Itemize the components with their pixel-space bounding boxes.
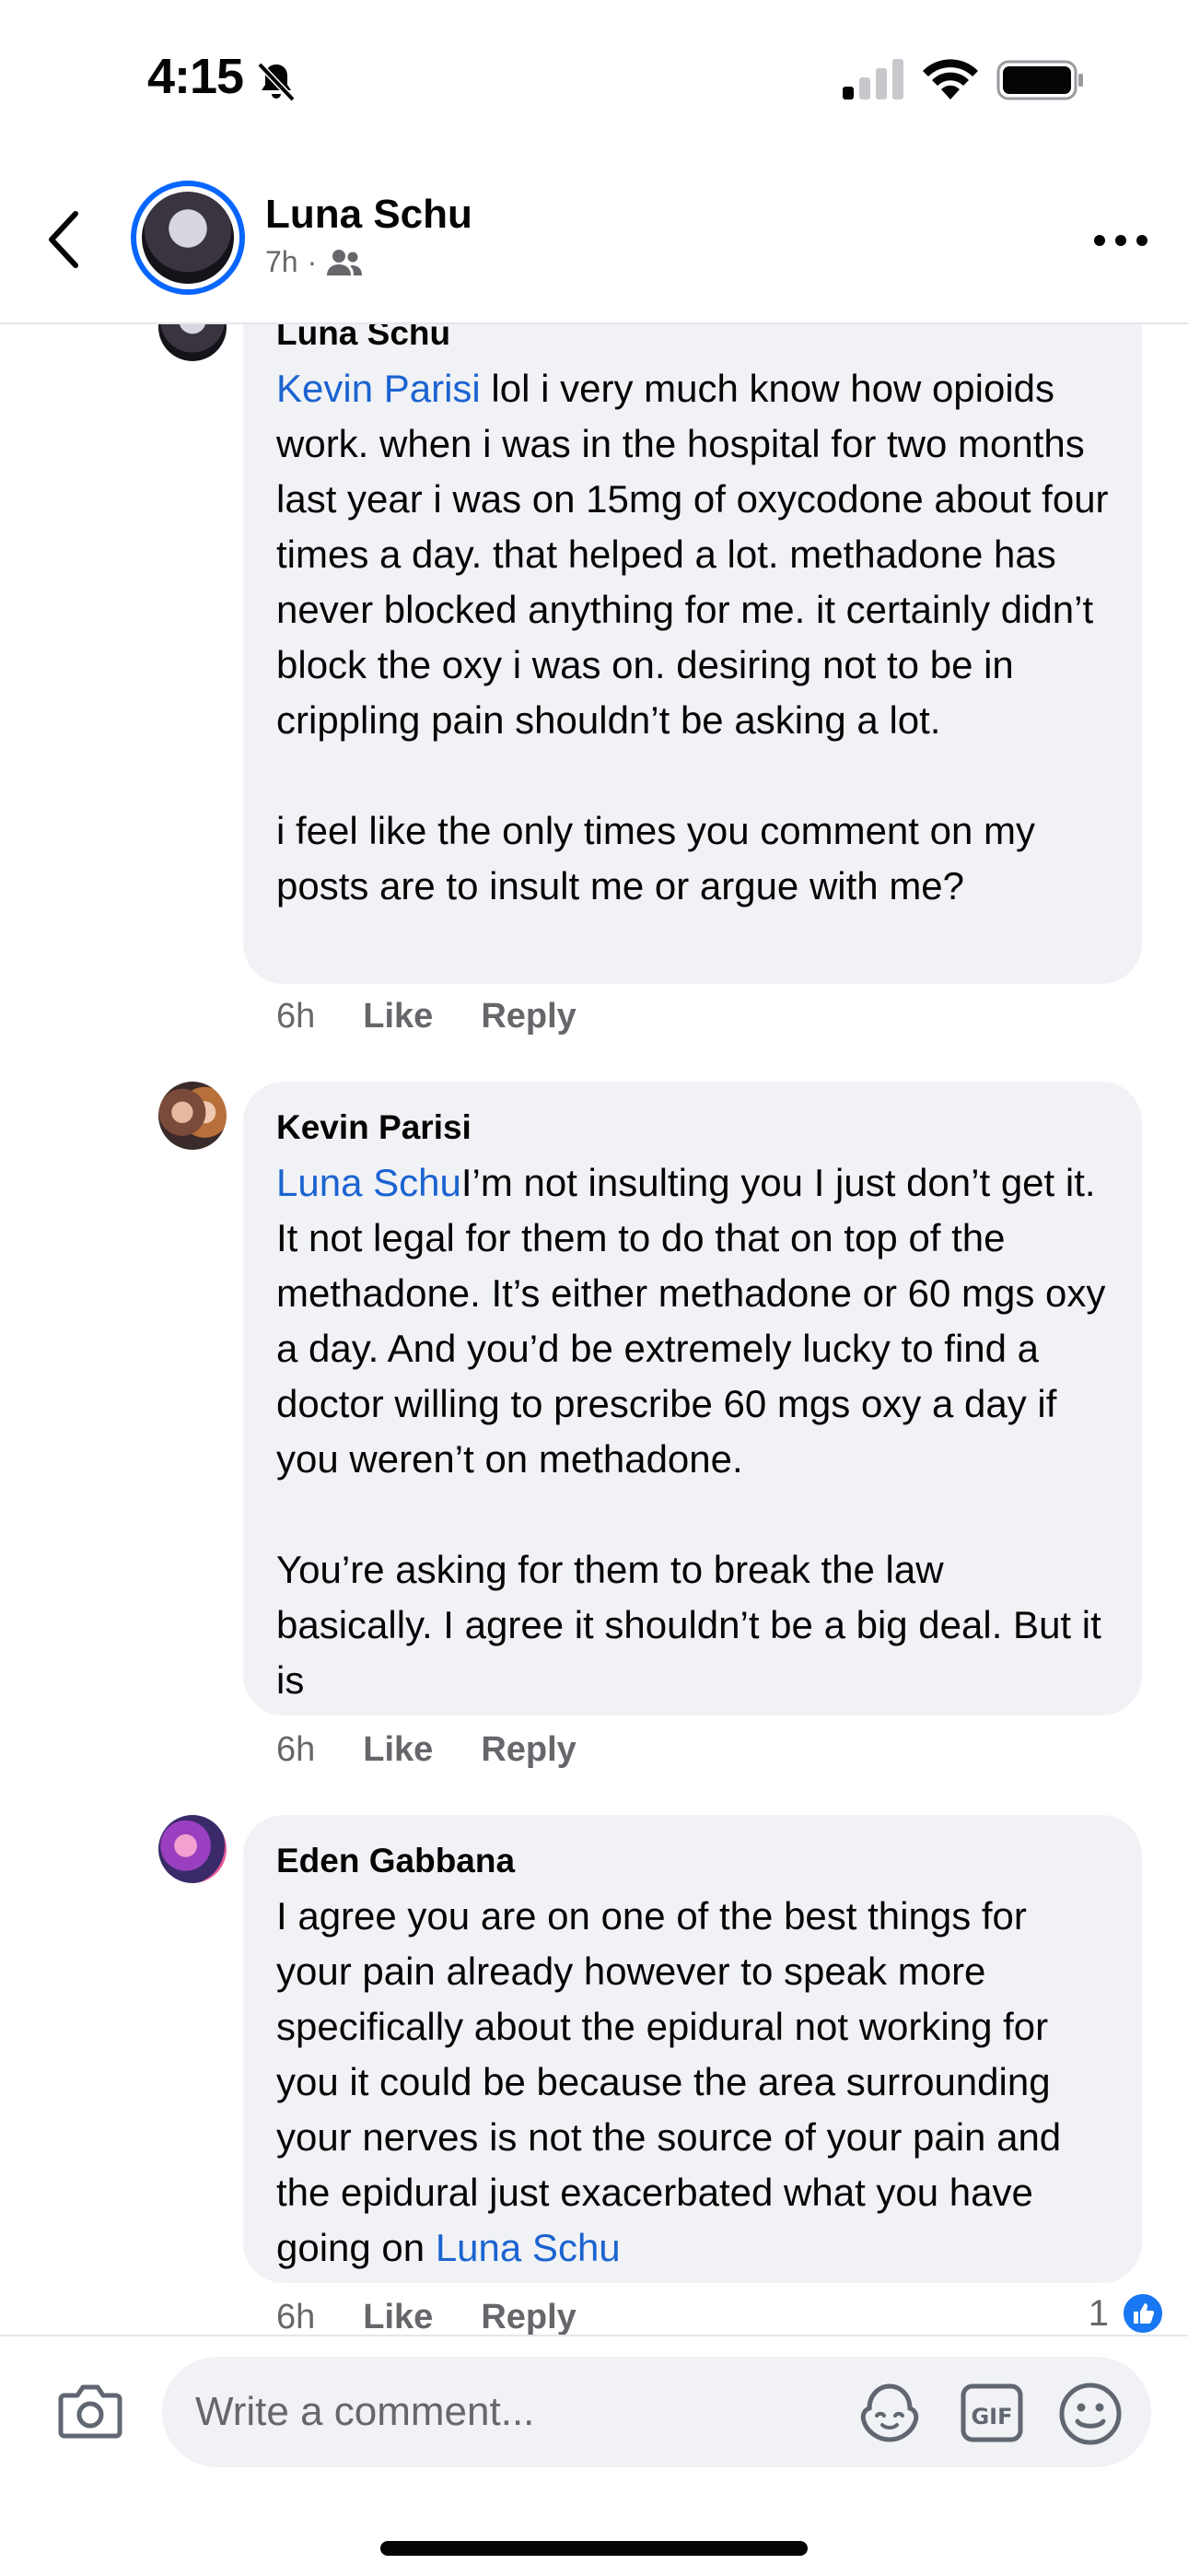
comment-author[interactable]: Eden Gabbana [276,1839,1109,1883]
status-bar: 4:15 [0,0,1188,157]
friends-audience-icon [327,249,363,275]
comment-bubble[interactable]: Kevin Parisi Luna SchuI’m not insulting … [243,1082,1142,1715]
comment-text: Kevin Parisi lol i very much know how op… [276,361,1109,914]
reply-button[interactable]: Reply [481,2298,576,2337]
comment-text: Luna SchuI’m not insulting you I just do… [276,1155,1109,1708]
battery-icon [996,60,1083,100]
camera-icon[interactable] [57,2381,123,2441]
post-header: Luna Schu 7h · [0,157,1188,324]
comment-bubble[interactable]: Eden Gabbana I agree you are on one of t… [243,1815,1142,2283]
like-button[interactable]: Like [363,1730,433,1770]
comment-actions: 6h Like Reply [276,1730,577,1770]
like-button[interactable]: Like [363,2298,433,2337]
reaction-summary[interactable]: 1 [1089,2290,1166,2336]
commenter-avatar[interactable] [158,1815,227,1883]
mention-link[interactable]: Kevin Parisi [276,367,481,410]
comment-body: I agree you are on one of the best thing… [276,1894,1072,2269]
reply-button[interactable]: Reply [481,997,576,1036]
mention-link[interactable]: Luna Schu [276,1161,461,1204]
wifi-icon [923,59,978,100]
more-options-icon[interactable] [1090,217,1151,263]
comment-time: 6h [276,997,316,1036]
comment-actions: 6h Like Reply [276,2298,577,2337]
commenter-avatar[interactable] [158,1082,227,1150]
author-avatar[interactable] [131,181,245,295]
emoji-icon[interactable] [1057,2381,1124,2447]
cellular-signal-icon [843,59,903,100]
post-time: 7h [265,245,298,278]
comment-time: 6h [276,2298,316,2336]
gif-icon[interactable]: GIF [960,2383,1024,2443]
comment-author[interactable]: Kevin Parisi [276,1106,1109,1150]
comment-composer: GIF [0,2335,1188,2576]
comment-time: 6h [276,1730,316,1769]
home-indicator[interactable] [380,2541,808,2556]
comment-bubble[interactable]: Luna Schu Kevin Parisi lol i very much k… [243,287,1142,984]
comment-text: I agree you are on one of the best thing… [276,1889,1109,2276]
reply-button[interactable]: Reply [481,1730,576,1770]
back-arrow-icon[interactable] [42,203,88,276]
comment-body: lol i very much know how opioids work. w… [276,367,1109,907]
avatar-sticker-icon[interactable] [856,2381,923,2445]
meta-separator: · [307,245,318,278]
comment-body: I’m not insulting you I just don’t get i… [276,1161,1106,1702]
post-meta: 7h · [265,245,363,279]
bell-muted-icon [257,62,296,102]
svg-text:GIF: GIF [971,2404,1012,2430]
like-reaction-icon [1120,2290,1166,2336]
comment-actions: 6h Like Reply [276,997,577,1036]
author-name[interactable]: Luna Schu [265,192,472,238]
status-time: 4:15 [147,49,244,104]
like-button[interactable]: Like [363,997,433,1036]
reaction-count: 1 [1088,2292,1109,2334]
mention-link[interactable]: Luna Schu [436,2226,621,2269]
